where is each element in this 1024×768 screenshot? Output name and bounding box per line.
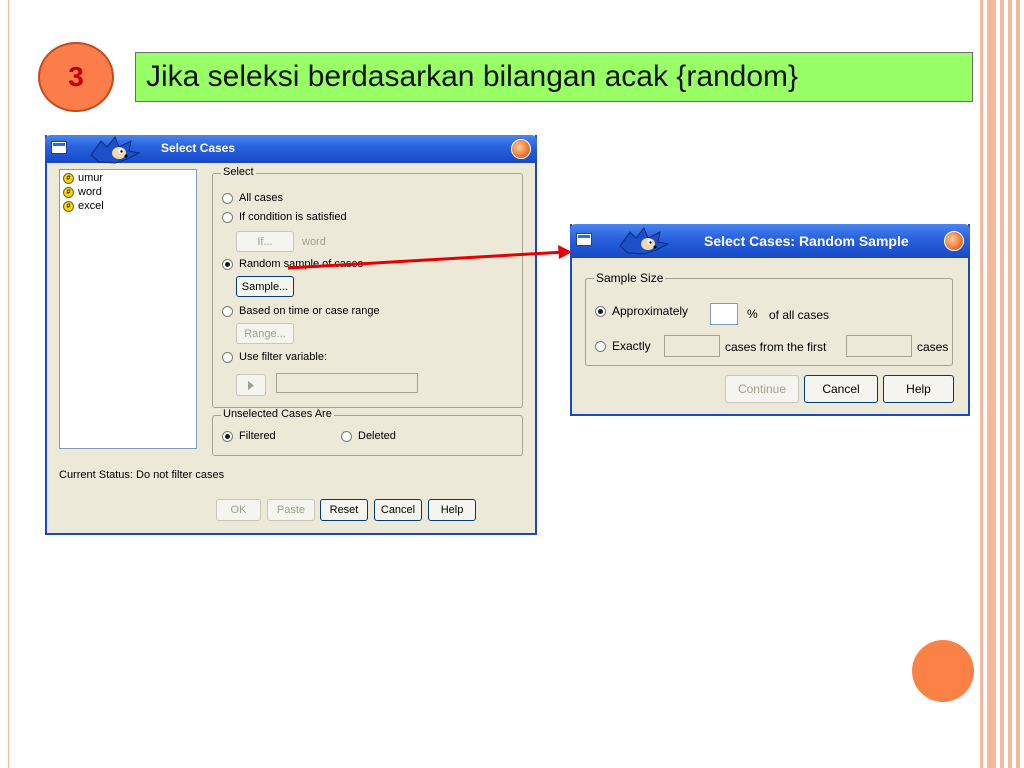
- list-item[interactable]: # umur: [60, 172, 196, 184]
- sample-button[interactable]: Sample...: [236, 276, 294, 297]
- select-group: Select All cases If condition is satisfi…: [212, 166, 523, 408]
- left-accent-line: [8, 0, 9, 768]
- select-group-legend: Select: [221, 166, 256, 178]
- step-number-badge: 3: [38, 42, 114, 112]
- range-button[interactable]: Range...: [236, 323, 294, 344]
- decorative-circle: [912, 640, 974, 702]
- filter-variable-field[interactable]: [276, 373, 418, 393]
- scale-variable-icon: #: [63, 172, 74, 184]
- dialog-title: Select Cases: Random Sample: [704, 233, 909, 249]
- window-icon: [576, 233, 592, 246]
- radio-indicator: [595, 340, 606, 352]
- radio-indicator: [341, 430, 352, 442]
- scale-variable-icon: #: [63, 186, 74, 198]
- variable-list[interactable]: # umur # word # excel: [59, 169, 197, 449]
- unselected-cases-group: Unselected Cases Are Filtered Deleted: [212, 408, 523, 456]
- random-sample-dialog: Select Cases: Random Sample Sample Size …: [570, 224, 970, 416]
- radio-indicator: [222, 305, 233, 317]
- cases-from-first-label: cases from the first: [725, 340, 827, 354]
- exact-cases-input[interactable]: [664, 335, 720, 357]
- sonic-mascot-icon: [619, 227, 670, 255]
- approximately-radio[interactable]: Approximately: [595, 304, 688, 318]
- sample-size-group: Sample Size Approximately % of all cases…: [585, 271, 953, 366]
- radio-indicator: [222, 211, 233, 223]
- paste-button[interactable]: Paste: [267, 499, 315, 521]
- right-decorative-bars: [980, 0, 1024, 768]
- radio-indicator: [595, 305, 606, 317]
- if-button[interactable]: If...: [236, 231, 294, 252]
- ok-button[interactable]: OK: [216, 499, 261, 521]
- radio-indicator: [222, 258, 233, 270]
- if-condition-value: word: [302, 236, 326, 248]
- radio-indicator: [222, 351, 233, 363]
- list-item[interactable]: # excel: [60, 200, 196, 212]
- cancel-button[interactable]: Cancel: [374, 499, 422, 521]
- dialog-title: Select Cases: [161, 141, 236, 155]
- filter-variable-radio[interactable]: Use filter variable:: [222, 351, 327, 363]
- help-button[interactable]: Help: [428, 499, 476, 521]
- slide-heading: Jika seleksi berdasarkan bilangan acak {…: [135, 52, 973, 102]
- cancel-button[interactable]: Cancel: [804, 375, 878, 403]
- time-range-radio[interactable]: Based on time or case range: [222, 305, 380, 317]
- select-cases-dialog: Select Cases # umur # word # excel Selec…: [45, 135, 537, 535]
- cases-label: cases: [917, 340, 949, 354]
- all-cases-radio[interactable]: All cases: [222, 192, 283, 204]
- move-variable-button[interactable]: [236, 374, 266, 396]
- random-sample-titlebar[interactable]: Select Cases: Random Sample: [570, 224, 970, 258]
- help-circle-icon[interactable]: [944, 231, 964, 251]
- help-button[interactable]: Help: [883, 375, 954, 403]
- list-item[interactable]: # word: [60, 186, 196, 198]
- percent-input[interactable]: [710, 303, 738, 325]
- radio-indicator: [222, 192, 233, 204]
- help-circle-icon[interactable]: [511, 139, 531, 159]
- select-cases-titlebar[interactable]: Select Cases: [45, 135, 537, 164]
- exactly-radio[interactable]: Exactly: [595, 339, 651, 353]
- percent-sign: %: [747, 307, 758, 321]
- first-n-cases-input[interactable]: [846, 335, 912, 357]
- continue-button[interactable]: Continue: [725, 375, 799, 403]
- window-icon: [51, 141, 67, 154]
- filtered-radio[interactable]: Filtered: [222, 430, 276, 442]
- radio-indicator: [222, 430, 233, 442]
- sonic-mascot-icon: [90, 136, 141, 164]
- sample-size-legend: Sample Size: [594, 271, 666, 285]
- scale-variable-icon: #: [63, 200, 74, 212]
- if-condition-radio[interactable]: If condition is satisfied: [222, 211, 347, 223]
- random-sample-radio[interactable]: Random sample of cases: [222, 258, 363, 270]
- unselected-group-legend: Unselected Cases Are: [221, 408, 334, 420]
- deleted-radio[interactable]: Deleted: [341, 430, 396, 442]
- reset-button[interactable]: Reset: [320, 499, 368, 521]
- of-all-cases-label: of all cases: [769, 308, 830, 322]
- current-status-text: Current Status: Do not filter cases: [59, 469, 225, 481]
- arrow-right-icon: [248, 380, 254, 390]
